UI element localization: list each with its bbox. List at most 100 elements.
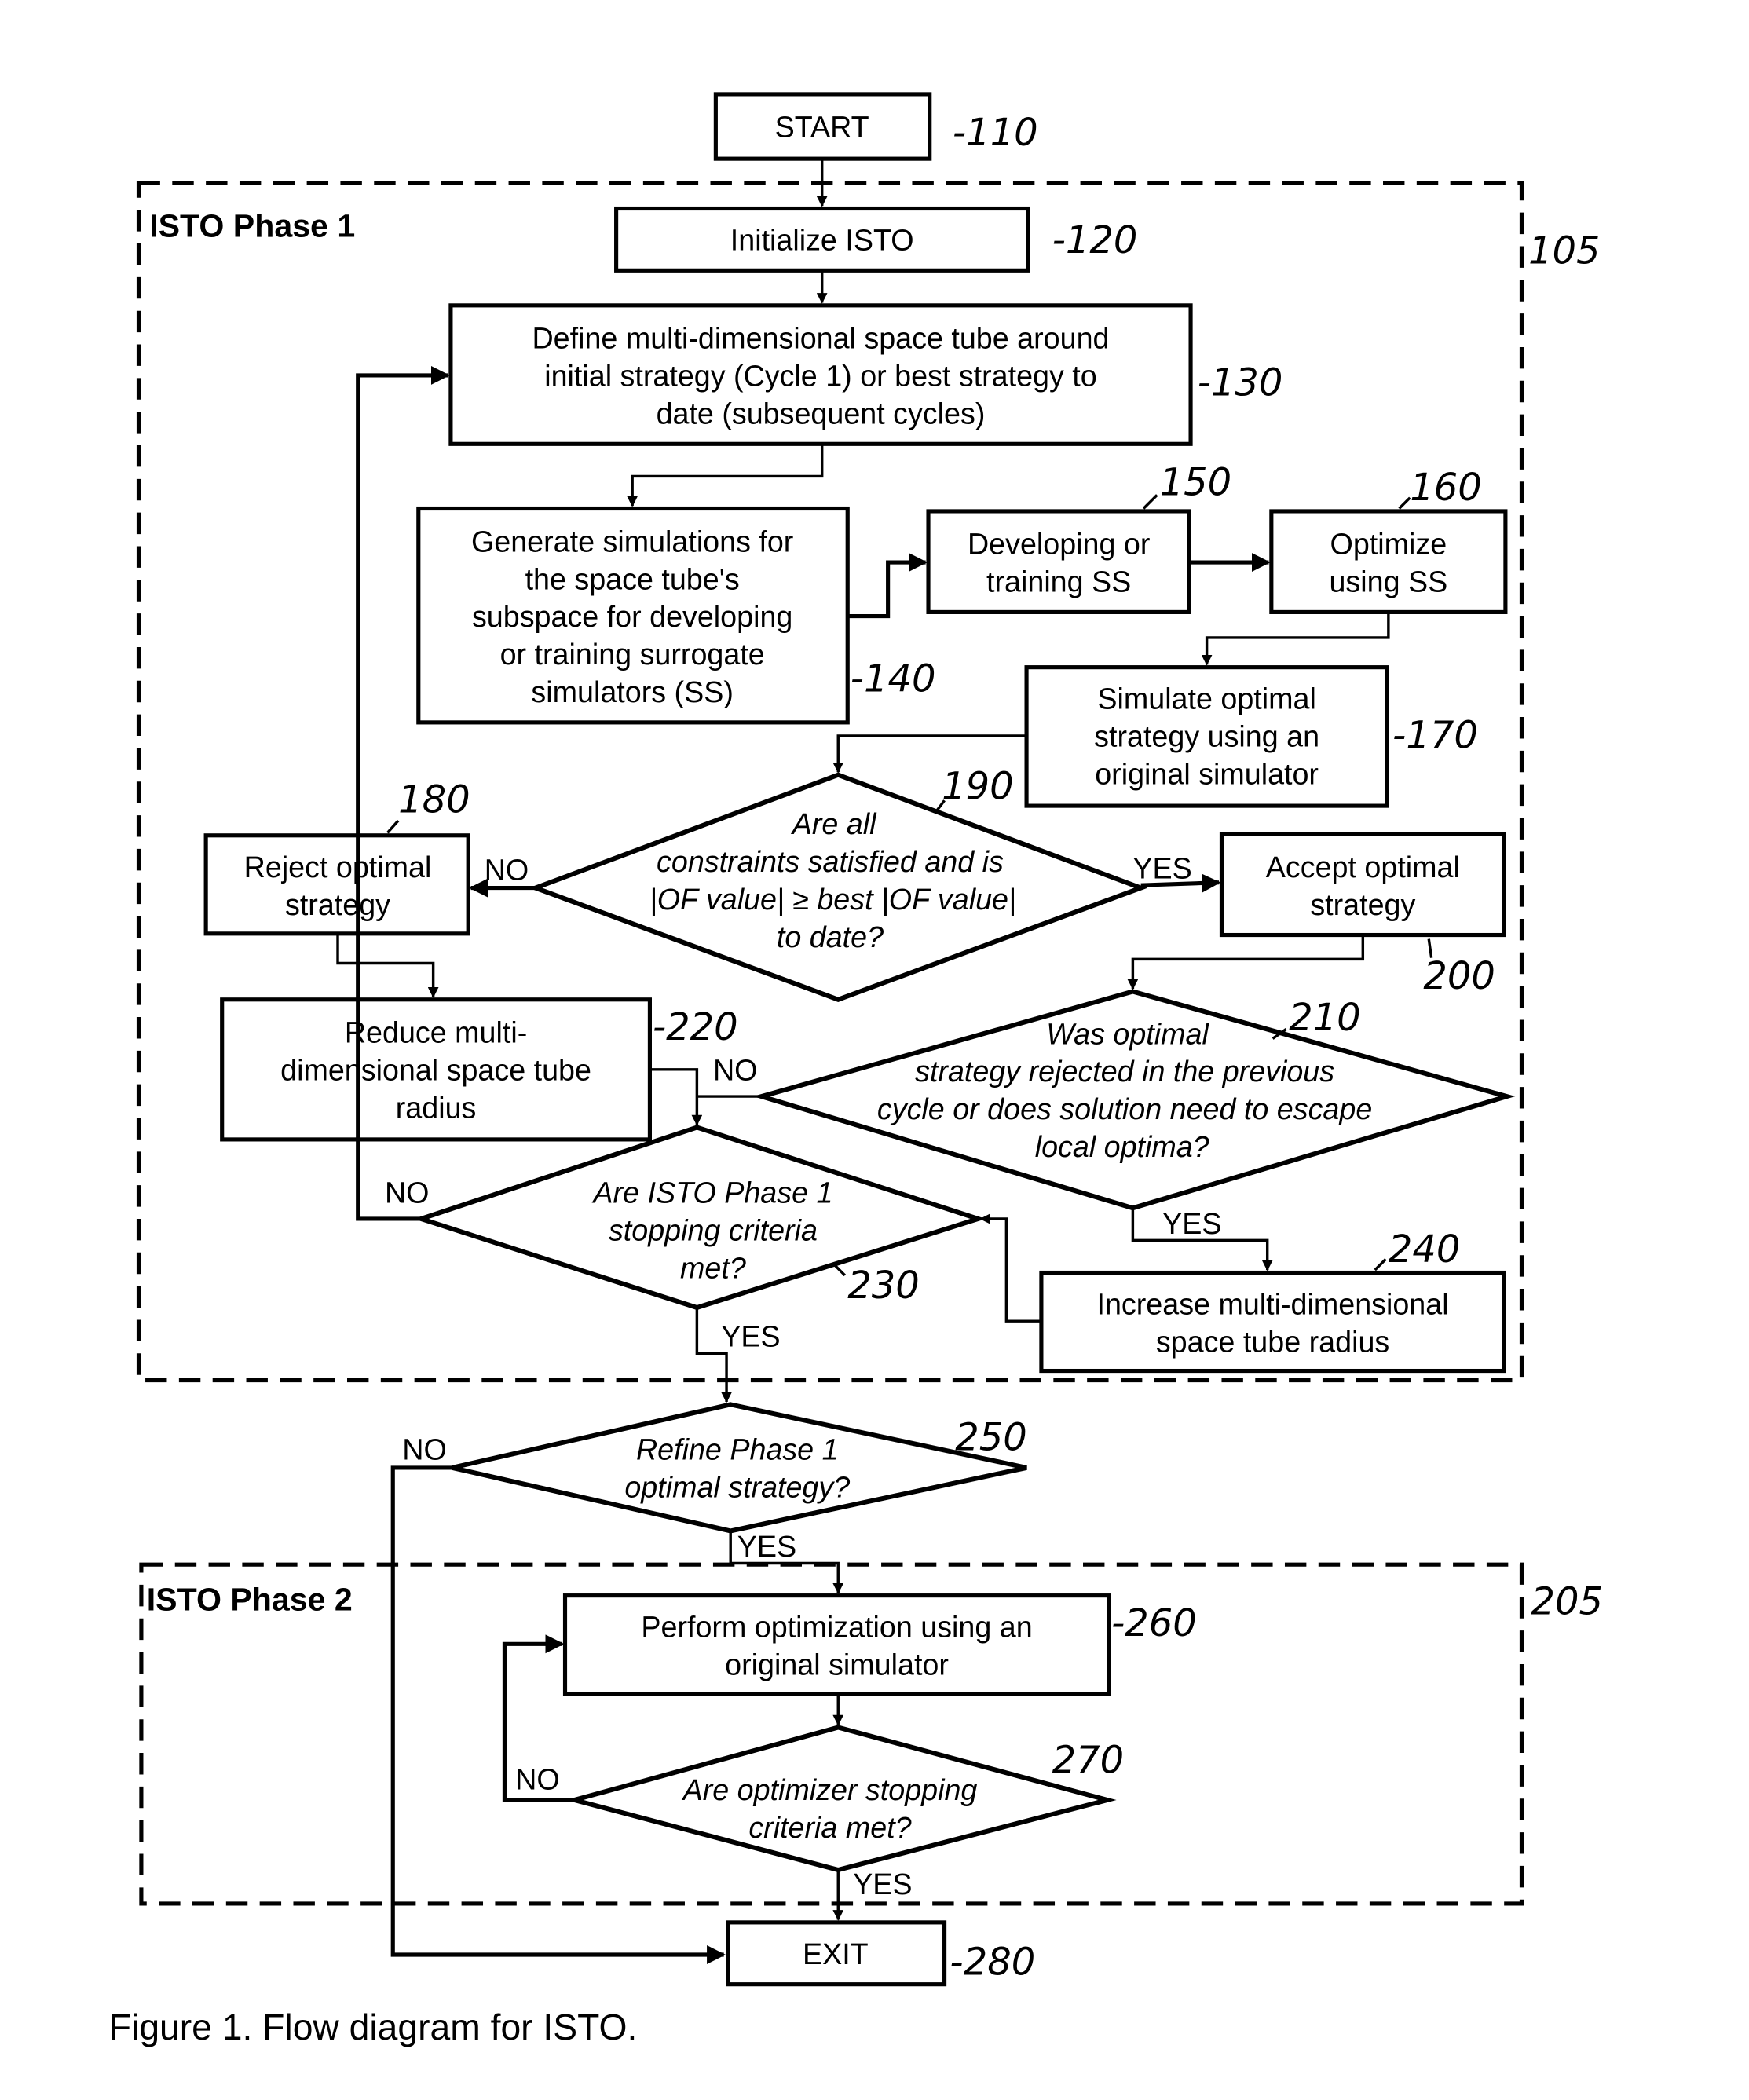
develop-ref-leader: [1142, 494, 1158, 510]
decision250-line-1: Refine Phase 1: [636, 1433, 839, 1466]
define-tube-node: Define multi-dimensional space tube arou…: [448, 303, 1283, 446]
isto-flow-diagram: ISTO Phase 1 105 ISTO Phase 2 205 START …: [109, 92, 1603, 2047]
generate-line-4: or training surrogate: [500, 638, 765, 671]
develop-ss-node: Developing or training SS 150: [926, 460, 1232, 614]
define-tube-ref: -130: [1198, 361, 1283, 405]
exit-ref: -280: [950, 1941, 1035, 1985]
edge-optimize-simulate: [1201, 612, 1390, 666]
decision230-line-3: met?: [680, 1251, 746, 1284]
develop-line-2: training SS: [986, 565, 1131, 598]
increase-radius-node: Increase multi-dimensional space tube ra…: [1039, 1227, 1506, 1374]
decision230-line-1: Are ISTO Phase 1: [591, 1176, 832, 1209]
generate-ref: -140: [851, 657, 936, 701]
reject-line-2: strategy: [285, 888, 390, 921]
exit-node: EXIT -280: [726, 1920, 1035, 1987]
reject-ref: 180: [398, 778, 470, 822]
simulate-line-2: strategy using an: [1094, 720, 1319, 753]
decision190-line-2: constraints satisfied and is: [657, 845, 1004, 878]
define-tube-line-3: date (subsequent cycles): [657, 397, 986, 430]
reduce-line-2: dimensional space tube: [280, 1054, 591, 1087]
generate-line-1: Generate simulations for: [471, 525, 793, 558]
label-250-yes: YES: [737, 1530, 796, 1563]
edge-reduce-decision230: [649, 1068, 703, 1126]
decision270-line-1: Are optimizer stopping: [682, 1773, 978, 1806]
edge-increase-decision230: [979, 1213, 1041, 1323]
perform-opt-node: Perform optimization using an original s…: [562, 1593, 1197, 1696]
decision250-line-2: optimal strategy?: [624, 1471, 850, 1504]
define-tube-line-1: Define multi-dimensional space tube arou…: [532, 322, 1109, 355]
optimize-ref: 160: [1410, 466, 1482, 510]
initialize-node: Initialize ISTO -120: [614, 206, 1138, 273]
phase2-ref: 205: [1531, 1580, 1603, 1624]
decision190-line-3: |OF value| ≥ best |OF value|: [649, 883, 1016, 916]
reject-line-1: Reject optimal: [244, 851, 432, 884]
optimize-line-1: Optimize: [1330, 528, 1447, 561]
decision190-ref: 190: [942, 765, 1014, 809]
perform-line-2: original simulator: [725, 1648, 949, 1681]
decision210-line-2: strategy rejected in the previous: [915, 1055, 1334, 1088]
generate-line-3: subspace for developing: [472, 600, 792, 633]
simulate-ref: -170: [1392, 713, 1478, 757]
decision270-line-2: criteria met?: [748, 1811, 911, 1844]
edge-reject-reduce: [336, 933, 439, 998]
phase1-label: ISTO Phase 1: [149, 207, 355, 243]
label-190-no: NO: [485, 853, 529, 886]
decision210-line-4: local optima?: [1035, 1130, 1209, 1163]
label-210-no: NO: [713, 1054, 758, 1087]
label-270-yes: YES: [853, 1868, 912, 1901]
reduce-line-1: Reduce multi-: [345, 1016, 527, 1049]
decision210-ref: 210: [1289, 996, 1361, 1040]
increase-ref-leader: [1374, 1258, 1387, 1271]
figure-caption: Figure 1. Flow diagram for ISTO.: [109, 2007, 638, 2047]
label-210-yes: YES: [1162, 1207, 1221, 1240]
optimize-line-2: using SS: [1329, 565, 1447, 598]
accept-line-2: strategy: [1310, 888, 1415, 921]
simulate-line-3: original simulator: [1095, 758, 1319, 791]
label-250-no: NO: [402, 1433, 447, 1466]
define-tube-line-2: initial strategy (Cycle 1) or best strat…: [544, 360, 1096, 393]
increase-line-2: space tube radius: [1156, 1326, 1389, 1359]
decision210-line-3: cycle or does solution need to escape: [877, 1092, 1372, 1125]
accept-node: Accept optimal strategy 200: [1219, 832, 1506, 998]
label-270-no: NO: [515, 1762, 560, 1795]
reject-ref-leader: [386, 819, 400, 834]
edge-generate-develop: [847, 553, 928, 619]
reduce-ref: -220: [653, 1005, 738, 1049]
start-ref: -110: [953, 111, 1038, 155]
decision230-ref-leader: [832, 1264, 847, 1277]
label-230-yes: YES: [721, 1320, 780, 1353]
increase-line-1: Increase multi-dimensional: [1097, 1288, 1449, 1321]
refine-decision: Refine Phase 1 optimal strategy? 250: [451, 1402, 1027, 1534]
accept-line-1: Accept optimal: [1266, 851, 1460, 884]
decision250-ref: 250: [955, 1416, 1027, 1460]
decision190-line-4: to date?: [777, 920, 884, 953]
phase2-label: ISTO Phase 2: [147, 1581, 353, 1617]
perform-ref: -260: [1111, 1601, 1197, 1645]
optimizer-stop-decision: Are optimizer stopping criteria met? 270: [565, 1725, 1125, 1873]
initialize-label: Initialize ISTO: [730, 224, 914, 257]
develop-line-1: Developing or: [968, 528, 1150, 561]
start-label: START: [775, 111, 869, 144]
simulate-line-1: Simulate optimal: [1097, 682, 1315, 715]
decision210-line-1: Was optimal: [1046, 1017, 1209, 1050]
develop-ref: 150: [1160, 460, 1232, 504]
rejected-decision: Was optimal strategy rejected in the pre…: [752, 989, 1516, 1211]
reduce-line-3: radius: [396, 1092, 477, 1125]
edge-define-generate: [627, 444, 824, 507]
exit-label: EXIT: [803, 1937, 869, 1970]
reject-node: Reject optimal strategy 180: [203, 778, 470, 936]
label-190-yes: YES: [1132, 852, 1191, 885]
accept-ref: 200: [1423, 954, 1495, 998]
phase1-stop-decision: Are ISTO Phase 1 stopping criteria met? …: [413, 1125, 986, 1311]
simulate-node: Simulate optimal strategy using an origi…: [1024, 665, 1478, 808]
decision230-ref: 230: [847, 1264, 920, 1308]
edge-250-no: [390, 1465, 726, 1964]
increase-ref: 240: [1389, 1227, 1461, 1271]
edge-accept-decision210: [1127, 935, 1365, 990]
phase1-ref: 105: [1528, 229, 1601, 273]
decision270-ref: 270: [1052, 1739, 1125, 1783]
initialize-ref: -120: [1052, 218, 1138, 262]
decision190-line-1: Are all: [791, 807, 877, 840]
decision230-line-2: stopping criteria: [609, 1213, 818, 1246]
generate-line-2: the space tube's: [525, 562, 740, 595]
